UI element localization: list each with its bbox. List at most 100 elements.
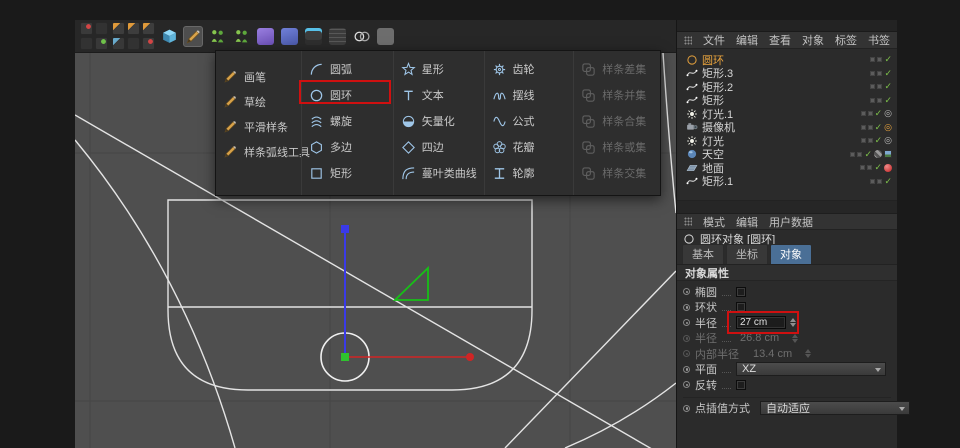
helix-item[interactable]: 螺旋 — [302, 108, 393, 134]
spline-arc-tool-item[interactable]: 样条弧线工具 — [216, 139, 310, 164]
grid-icon[interactable] — [95, 37, 108, 50]
target-tag-icon[interactable]: ◎ — [884, 136, 892, 145]
render-visibility-dot[interactable] — [877, 70, 883, 76]
y-axis-handle[interactable] — [341, 225, 349, 233]
text-item[interactable]: 文本 — [394, 82, 484, 108]
cissoid-item[interactable]: 蔓叶类曲线 — [394, 160, 484, 186]
gear-item[interactable]: 齿轮 — [485, 56, 574, 82]
camera-active-icon[interactable]: ◎ — [884, 122, 892, 132]
pen-tool-item[interactable]: 画笔 — [216, 64, 301, 89]
figure-object-icon[interactable] — [207, 26, 227, 47]
enabled-check-icon[interactable]: ✓ — [875, 109, 883, 118]
enabled-check-icon[interactable]: ✓ — [884, 176, 892, 186]
keyframe-dot-icon[interactable] — [683, 288, 690, 296]
render-visibility-dot[interactable] — [857, 151, 863, 157]
cycloid-item[interactable]: 摆线 — [485, 82, 574, 108]
camera-icon[interactable] — [80, 22, 93, 35]
render-visibility-dot[interactable] — [867, 138, 873, 144]
keyframe-dot-icon[interactable] — [683, 319, 690, 327]
menu-file[interactable]: 文件 — [703, 32, 725, 48]
ring-checkbox[interactable] — [736, 302, 746, 313]
panel-handle-icon[interactable] — [684, 217, 692, 226]
radius-input[interactable] — [736, 316, 786, 330]
editor-visibility-dot[interactable] — [860, 165, 866, 171]
field-icon[interactable] — [279, 26, 299, 47]
arc-item[interactable]: 圆弧 — [302, 56, 393, 82]
render-visibility-dot[interactable] — [867, 165, 873, 171]
enabled-check-icon[interactable]: ✓ — [875, 122, 883, 132]
target-tag-icon[interactable]: ◎ — [884, 109, 892, 118]
enabled-check-icon[interactable]: ✓ — [884, 55, 892, 64]
keyframe-dot-icon[interactable] — [683, 303, 690, 311]
menu-view[interactable]: 查看 — [769, 32, 791, 48]
spline-and-item[interactable]: 样条合集 — [574, 108, 660, 134]
editor-visibility-dot[interactable] — [870, 97, 876, 103]
menu-edit[interactable]: 编辑 — [736, 32, 758, 48]
interpolation-dropdown[interactable]: 自动适应 — [760, 401, 910, 416]
panel-handle-icon[interactable] — [684, 35, 692, 45]
menu-tags[interactable]: 标签 — [835, 32, 857, 48]
keyframe-dot-icon[interactable] — [683, 365, 690, 373]
texture-tag-icon[interactable] — [884, 150, 892, 159]
editor-visibility-dot[interactable] — [870, 57, 876, 63]
keyframe-dot-icon[interactable] — [683, 381, 690, 389]
profile-item[interactable]: 轮廓 — [485, 160, 574, 186]
render-visibility-dot[interactable] — [877, 57, 883, 63]
star-item[interactable]: 星形 — [394, 56, 484, 82]
rectangle-item[interactable]: 矩形 — [302, 160, 393, 186]
plane-dropdown[interactable]: XZ — [736, 362, 886, 377]
keyframe-dot-icon[interactable] — [683, 404, 690, 412]
spline-union-item[interactable]: 样条并集 — [574, 82, 660, 108]
tab-object[interactable]: 对象 — [770, 244, 812, 264]
history-icon[interactable] — [127, 37, 140, 50]
menu-bookmarks[interactable]: 书签 — [868, 32, 890, 48]
volume-icon[interactable] — [303, 26, 323, 47]
editor-visibility-dot[interactable] — [860, 124, 866, 130]
render-visibility-dot[interactable] — [877, 178, 883, 184]
editor-visibility-dot[interactable] — [870, 84, 876, 90]
foursided-item[interactable]: 四边 — [394, 134, 484, 160]
film-icon[interactable] — [95, 22, 108, 35]
enabled-check-icon[interactable]: ✓ — [884, 82, 892, 91]
menu-user-data[interactable]: 用户数据 — [769, 214, 813, 230]
render-visibility-dot[interactable] — [867, 124, 873, 130]
tab-coordinates[interactable]: 坐标 — [726, 244, 768, 264]
reverse-checkbox[interactable] — [736, 379, 746, 390]
radius-stepper[interactable] — [790, 318, 796, 328]
material-tag-icon[interactable] — [884, 163, 892, 172]
spline-difference-item[interactable]: 样条差集 — [574, 56, 660, 82]
spline-intersect-item[interactable]: 样条交集 — [574, 160, 660, 186]
render-settings-icon[interactable] — [127, 22, 140, 35]
cube-primitive-icon[interactable] — [159, 26, 179, 47]
enabled-check-icon[interactable]: ✓ — [884, 68, 892, 78]
render-visibility-dot[interactable] — [877, 97, 883, 103]
mograph-icon[interactable] — [327, 26, 347, 47]
deformer-icon[interactable] — [255, 26, 275, 47]
ellipse-checkbox[interactable] — [736, 286, 746, 297]
center-handle[interactable] — [341, 353, 349, 361]
tab-basic[interactable]: 基本 — [682, 244, 724, 264]
workplane-icon[interactable] — [375, 26, 395, 47]
object-row-rect1[interactable]: 矩形.1 ✓ — [677, 175, 897, 188]
sketch-item[interactable]: 草绘 — [216, 89, 301, 114]
enabled-check-icon[interactable]: ✓ — [874, 163, 882, 172]
formula-item[interactable]: 公式 — [485, 108, 574, 134]
render-view-icon[interactable] — [112, 22, 125, 35]
ngon-item[interactable]: 多边 — [302, 134, 393, 160]
editor-visibility-dot[interactable] — [850, 151, 856, 157]
flower-item[interactable]: 花瓣 — [485, 134, 574, 160]
spline-or-item[interactable]: 样条或集 — [574, 134, 660, 160]
menu-edit[interactable]: 编辑 — [736, 214, 758, 230]
layers-icon[interactable] — [80, 37, 93, 50]
smooth-spline-item[interactable]: 平滑样条 — [216, 114, 301, 139]
editor-visibility-dot[interactable] — [870, 70, 876, 76]
vectorize-item[interactable]: 矢量化 — [394, 108, 484, 134]
render-visibility-dot[interactable] — [877, 84, 883, 90]
compositing-tag-icon[interactable] — [874, 150, 882, 159]
enabled-check-icon[interactable]: ✓ — [864, 149, 872, 159]
palette-icon[interactable] — [142, 37, 155, 50]
circle-item[interactable]: 圆环 — [302, 82, 393, 108]
character-tools-icon[interactable] — [231, 26, 251, 47]
editor-visibility-dot[interactable] — [860, 138, 866, 144]
render-visibility-dot[interactable] — [867, 111, 873, 117]
